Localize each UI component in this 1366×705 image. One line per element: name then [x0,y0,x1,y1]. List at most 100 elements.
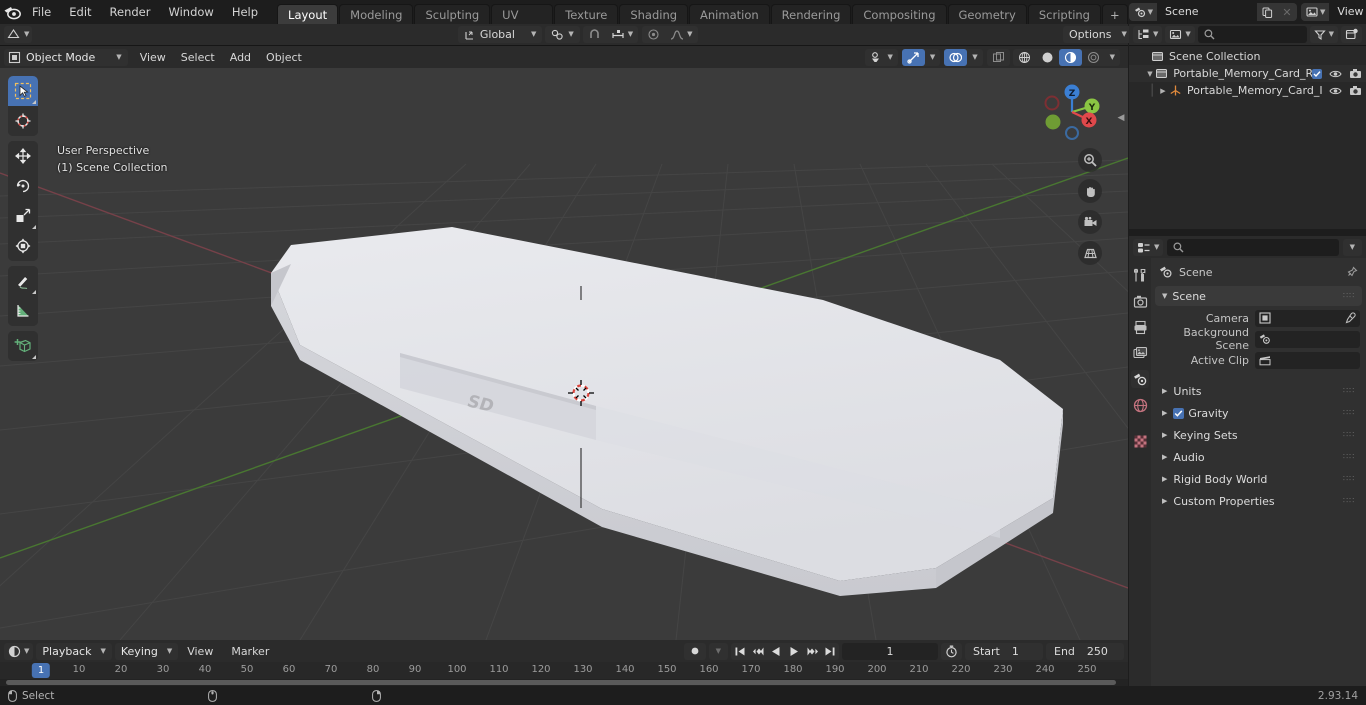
view-layer-name[interactable]: View Layer [1329,3,1366,21]
blender-logo-icon[interactable] [4,2,21,22]
toggle-perspective-icon[interactable] [1078,241,1102,265]
properties-tab-scene[interactable] [1131,370,1149,388]
tab-layout[interactable]: Layout [277,4,339,24]
hide-in-viewport-eye-icon[interactable] [1329,69,1342,79]
disclosure-triangle-open-icon[interactable]: ▼ [1145,70,1155,78]
properties-options-dropdown[interactable]: ▼ [1342,238,1362,256]
outliner-filter-button[interactable]: ▼ [1309,26,1338,43]
outliner-row-portable-memory-card-reader[interactable]: ▼ Portable_Memory_Card_Reac [1129,65,1366,82]
jump-to-previous-keyframe-button[interactable] [749,643,767,660]
tool-move[interactable] [8,141,38,171]
transform-orientation-dropdown[interactable]: Global ▼ [457,26,543,43]
tab-scripting[interactable]: Scripting [1027,4,1101,24]
outliner-editor-type-button[interactable]: ▼ [1133,26,1163,43]
properties-tab-texture[interactable] [1131,432,1149,450]
timeline-menu-view[interactable]: View [181,643,219,660]
xray-toggle-button[interactable] [986,48,1010,66]
pan-hand-icon[interactable] [1078,179,1102,203]
tab-uv-editing[interactable]: UV Editing [491,4,554,42]
panel-custom-properties-header[interactable]: ▶ Custom Properties ∷∷ [1155,491,1362,511]
3d-viewport[interactable]: SD User Perspective (1) Scene Collection [0,68,1128,640]
tab-compositing[interactable]: Compositing [852,4,947,24]
overlays-options-dropdown[interactable]: ▼ [967,49,982,66]
menu-window[interactable]: Window [159,3,222,21]
playhead[interactable]: 1 [31,663,51,678]
snap-pivot-button[interactable]: ▼ [545,26,580,43]
outliner-row-portable-memory-card-object[interactable]: │ ▶ Portable_Memory_Card_I [1129,82,1366,99]
scrollbar-thumb[interactable] [6,680,1116,685]
show-gizmo-button[interactable] [901,48,925,66]
auto-keying-button[interactable] [683,642,706,660]
properties-tab-tool[interactable] [1131,266,1149,284]
panel-keying-sets-header[interactable]: ▶ Keying Sets ∷∷ [1155,425,1362,445]
menu-help[interactable]: Help [223,3,267,21]
tab-sculpting[interactable]: Sculpting [414,4,491,24]
play-reverse-button[interactable] [767,643,785,660]
timeline-horizontal-scrollbar[interactable] [0,679,1128,686]
snap-target-dropdown[interactable]: ▼ [606,26,638,43]
properties-tab-view-layer[interactable] [1131,344,1149,362]
active-clip-field[interactable] [1255,351,1360,369]
rendered-shading-button[interactable] [1082,49,1105,66]
sidebar-collapse-arrow-icon[interactable]: ◀ [1116,104,1126,132]
navigation-gizmo[interactable]: Z Y X [1034,74,1110,150]
camera-view-icon[interactable] [1078,210,1102,234]
background-scene-field[interactable] [1255,330,1360,348]
current-frame-input[interactable]: 1 [842,642,938,660]
auto-keying-options-dropdown[interactable]: ▼ [708,642,728,660]
camera-field[interactable] [1255,309,1360,327]
wireframe-shading-button[interactable] [1013,49,1036,66]
proportional-edit-button[interactable] [642,26,665,43]
viewport-menu-object[interactable]: Object [260,49,308,66]
show-overlays-button[interactable] [944,48,968,66]
tool-rotate[interactable] [8,171,38,201]
play-button[interactable] [785,643,803,660]
outliner-display-mode-button[interactable]: ▼ [1165,26,1195,43]
timeline-ruler[interactable]: 10 20 30 40 50 60 70 80 90 100 110 120 1… [0,662,1128,679]
snap-magnet-button[interactable] [583,26,606,43]
tool-add-cube[interactable] [8,331,38,361]
tab-rendering[interactable]: Rendering [770,4,852,24]
viewport-menu-select[interactable]: Select [175,49,221,66]
timeline-editor-type-button[interactable]: ▼ [4,642,34,660]
view-layer-selector[interactable]: ▼ View Layer ✕ [1301,3,1366,21]
disclosure-triangle-closed-icon[interactable]: ▶ [1157,87,1169,95]
add-workspace-button[interactable]: + [1101,4,1128,24]
properties-editor-type-button[interactable]: ▼ [1133,238,1164,256]
use-preview-range-button[interactable] [941,642,962,660]
object-type-visibility-button[interactable]: ▼ [865,49,897,66]
properties-tab-render[interactable] [1131,292,1149,310]
tool-cursor[interactable] [8,106,38,136]
proportional-falloff-dropdown[interactable]: ▼ [665,26,697,43]
view-layer-icon[interactable]: ▼ [1301,3,1330,21]
scene-name[interactable]: Scene [1157,3,1258,21]
hide-in-viewport-eye-icon[interactable] [1329,86,1342,96]
panel-rigid-body-world-header[interactable]: ▶ Rigid Body World ∷∷ [1155,469,1362,489]
viewport-menu-add[interactable]: Add [224,49,257,66]
viewport-menu-view[interactable]: View [134,49,172,66]
panel-gravity-header[interactable]: ▶ Gravity ∷∷ [1155,403,1362,423]
scene-icon[interactable]: ▼ [1128,3,1158,21]
gizmo-options-dropdown[interactable]: ▼ [925,49,940,66]
eyedropper-icon[interactable] [1343,311,1356,325]
tab-animation[interactable]: Animation [689,4,770,24]
disable-in-renders-camera-icon[interactable] [1349,85,1362,96]
scene-selector[interactable]: ▼ Scene ✕ [1128,3,1298,21]
tool-measure[interactable] [8,296,38,326]
properties-search-input[interactable] [1167,238,1339,256]
tool-annotate[interactable] [8,266,38,296]
panel-units-header[interactable]: ▶ Units ∷∷ [1155,381,1362,401]
panel-audio-header[interactable]: ▶ Audio ∷∷ [1155,447,1362,467]
tab-shading[interactable]: Shading [619,4,689,24]
outliner-row-scene-collection[interactable]: Scene Collection [1129,48,1366,65]
properties-tab-output[interactable] [1131,318,1149,336]
tab-modeling[interactable]: Modeling [339,4,414,24]
solid-shading-button[interactable] [1036,49,1059,66]
menu-edit[interactable]: Edit [60,3,100,21]
unlink-scene-button[interactable]: ✕ [1277,3,1298,21]
outliner-new-collection-button[interactable] [1341,26,1362,43]
start-frame-input[interactable]: Start 1 [965,642,1043,660]
tool-transform[interactable] [8,231,38,261]
end-frame-input[interactable]: End 250 [1046,642,1124,660]
timeline-menu-marker[interactable]: Marker [225,643,275,660]
